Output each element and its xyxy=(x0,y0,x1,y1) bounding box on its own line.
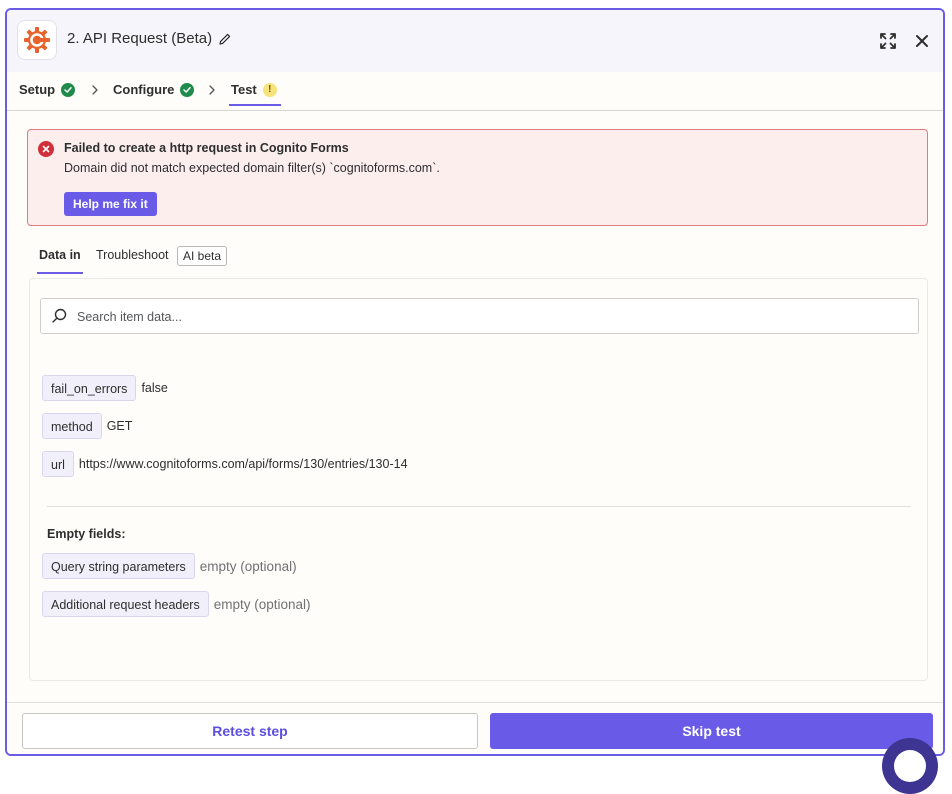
search-icon xyxy=(52,308,67,323)
chat-icon xyxy=(894,750,926,782)
field-row: method GET xyxy=(42,413,132,439)
ai-beta-badge: AI beta xyxy=(177,246,228,266)
field-value: empty (optional) xyxy=(213,596,311,612)
skip-test-button[interactable]: Skip test xyxy=(490,713,933,749)
close-icon[interactable] xyxy=(911,30,933,52)
field-value: https://www.cognitoforms.com/api/forms/1… xyxy=(78,457,408,471)
help-fix-button[interactable]: Help me fix it xyxy=(64,192,157,216)
app-icon xyxy=(17,20,57,60)
tab-setup[interactable]: Setup xyxy=(19,82,76,97)
field-value: false xyxy=(141,381,168,395)
step-panel: 2. API Request (Beta) Setup Configure Te… xyxy=(5,8,945,756)
error-message: Domain did not match expected domain fil… xyxy=(64,161,440,175)
active-subtab-indicator xyxy=(37,272,83,274)
step-title: 2. API Request (Beta) xyxy=(67,30,213,47)
warning-icon: ! xyxy=(262,82,277,97)
check-icon xyxy=(180,82,195,97)
chevron-right-icon xyxy=(209,85,215,95)
cog-app-icon xyxy=(24,27,50,53)
tab-configure[interactable]: Configure xyxy=(113,82,195,97)
chat-launcher-button[interactable] xyxy=(882,738,938,794)
step-title-wrap: 2. API Request (Beta) xyxy=(67,30,232,47)
field-value: empty (optional) xyxy=(199,558,297,574)
error-x-icon xyxy=(38,141,54,157)
panel-footer: Retest step Skip test xyxy=(7,702,943,754)
subtab-troubleshoot[interactable]: Troubleshoot xyxy=(96,248,169,262)
field-key: method xyxy=(42,413,102,439)
empty-fields-title: Empty fields: xyxy=(47,527,126,541)
error-alert: Failed to create a http request in Cogni… xyxy=(27,129,928,226)
field-row: fail_on_errors false xyxy=(42,375,168,401)
subtab-data-in[interactable]: Data in xyxy=(39,248,81,262)
field-row: url https://www.cognitoforms.com/api/for… xyxy=(42,451,408,477)
search-input[interactable] xyxy=(75,299,909,335)
empty-field-row: Query string parameters empty (optional) xyxy=(42,553,297,579)
field-value: GET xyxy=(106,419,133,433)
step-tabs: Setup Configure Test ! xyxy=(7,72,943,111)
field-key: fail_on_errors xyxy=(42,375,137,401)
empty-field-row: Additional request headers empty (option… xyxy=(42,591,311,617)
field-key: Query string parameters xyxy=(42,553,195,579)
error-title: Failed to create a http request in Cogni… xyxy=(64,141,349,155)
data-in-panel: fail_on_errors false method GET url http… xyxy=(29,278,928,681)
expand-icon[interactable] xyxy=(877,30,899,52)
chevron-right-icon xyxy=(92,85,98,95)
tab-configure-label: Configure xyxy=(113,82,175,97)
tab-test[interactable]: Test ! xyxy=(231,82,277,97)
field-key: url xyxy=(42,451,74,477)
retest-step-button[interactable]: Retest step xyxy=(22,713,478,749)
section-divider xyxy=(47,506,911,507)
pencil-icon[interactable] xyxy=(218,32,232,46)
panel-header: 2. API Request (Beta) xyxy=(7,10,943,72)
field-key: Additional request headers xyxy=(42,591,209,617)
check-icon xyxy=(61,82,76,97)
tab-test-label: Test xyxy=(231,82,257,97)
active-tab-indicator xyxy=(229,104,281,106)
search-box xyxy=(40,298,919,335)
tab-setup-label: Setup xyxy=(19,82,56,97)
